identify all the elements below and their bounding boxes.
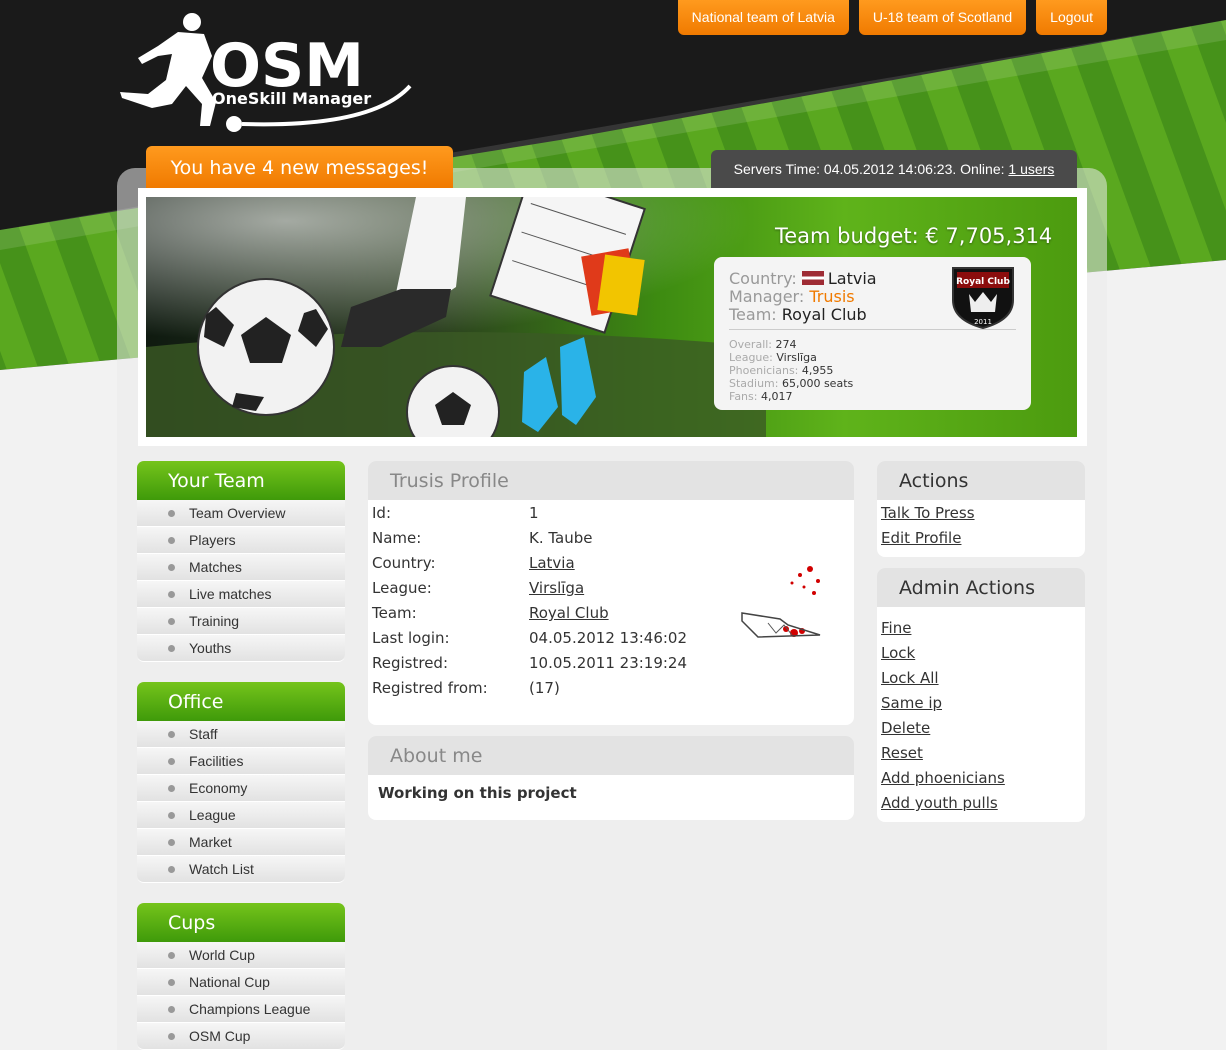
stat-overall: Overall: 274 [729,338,797,351]
admin-actions-panel: Admin Actions Fine Lock Lock All Same ip… [877,568,1085,822]
stat-league-label: League: [729,351,773,364]
country-line: Country: Latvia [729,269,877,288]
menu-your-team-title: Your Team [137,461,345,500]
profile-title: Trusis Profile [368,461,854,500]
server-time-bar: Servers Time: 04.05.2012 14:06:23. Onlin… [711,150,1077,188]
menu-cups: Cups World Cup National Cup Champions Le… [137,903,345,1050]
team-card-divider [729,329,1016,330]
menu-item-matches[interactable]: Matches [137,554,345,581]
menu-office-title: Office [137,682,345,721]
profile-team-link[interactable]: Royal Club [529,604,609,622]
new-messages-tab[interactable]: You have 4 new messages! [146,146,453,188]
actions-title: Actions [877,461,1085,500]
profile-label-id: Id: [372,504,391,522]
manager-line: Manager: Trusis [729,287,855,306]
nav-u18-team-scotland[interactable]: U-18 team of Scotland [858,0,1027,35]
stat-overall-value: 274 [775,338,797,351]
nav-national-team-latvia[interactable]: National team of Latvia [677,0,849,35]
logo-subtitle: OneSkill Manager [212,89,371,108]
logout-button[interactable]: Logout [1036,0,1107,35]
stat-stadium-label: Stadium: [729,377,779,390]
stat-phoenicians-label: Phoenicians: [729,364,799,377]
profile-value-registred: 10.05.2011 23:19:24 [529,654,688,672]
admin-same-ip-link[interactable]: Same ip [881,694,942,712]
stat-league-value: Virslīga [776,351,817,364]
admin-reset-link[interactable]: Reset [881,744,923,762]
team-budget: Team budget: € 7,705,314 [775,224,1053,248]
menu-item-national-cup[interactable]: National Cup [137,969,345,996]
profile-label-last-login: Last login: [372,629,450,647]
profile-label-team: Team: [372,604,417,622]
admin-lock-all-link[interactable]: Lock All [881,669,939,687]
profile-label-league: League: [372,579,432,597]
crest-year: 2011 [974,318,992,326]
menu-item-world-cup[interactable]: World Cup [137,942,345,969]
admin-lock-link[interactable]: Lock [881,644,915,662]
menu-cups-title: Cups [137,903,345,942]
profile-value-registred-from: (17) [529,679,560,697]
menu-item-osm-cup[interactable]: OSM Cup [137,1023,345,1050]
osm-logo[interactable]: OSM OneSkill Manager [112,8,422,136]
stat-stadium: Stadium: 65,000 seats [729,377,853,390]
menu-item-champions-league[interactable]: Champions League [137,996,345,1023]
profile-label-name: Name: [372,529,422,547]
talk-to-press-link[interactable]: Talk To Press [881,504,975,522]
team-crest-icon: Royal Club 2011 [949,262,1017,330]
profile-panel: Trusis Profile Id: 1 Name: K. Taube Coun… [368,461,854,725]
manager-value[interactable]: Trusis [809,287,854,306]
profile-label-country: Country: [372,554,436,572]
stat-fans-label: Fans: [729,390,758,403]
stat-fans: Fans: 4,017 [729,390,792,403]
edit-profile-link[interactable]: Edit Profile [881,529,961,547]
stat-stadium-value: 65,000 seats [781,377,854,390]
profile-value-name: K. Taube [529,529,593,547]
stat-phoenicians: Phoenicians: 4,955 [729,364,833,377]
menu-item-economy[interactable]: Economy [137,775,345,802]
manager-label: Manager: [729,287,805,306]
profile-label-registred-from: Registred from: [372,679,488,697]
profile-label-registred: Registred: [372,654,449,672]
team-value: Royal Club [781,305,867,324]
server-time-text: Servers Time: 04.05.2012 14:06:23. Onlin… [733,161,1009,177]
latvia-flag-icon [801,271,824,285]
country-value: Latvia [827,269,877,288]
menu-item-players[interactable]: Players [137,527,345,554]
menu-office: Office Staff Facilities Economy League M… [137,682,345,883]
profile-league-link[interactable]: Virslīga [529,579,584,597]
stat-league: League: Virslīga [729,351,817,364]
menu-item-staff[interactable]: Staff [137,721,345,748]
menu-item-training[interactable]: Training [137,608,345,635]
crest-name: Royal Club [956,277,1010,287]
stat-phoenicians-value: 4,955 [801,364,834,377]
menu-item-market[interactable]: Market [137,829,345,856]
avatar [740,559,824,641]
team-label: Team: [729,305,777,324]
team-line: Team: Royal Club [729,305,867,324]
profile-country-link[interactable]: Latvia [529,554,575,572]
about-panel: About me Working on this project [368,736,854,820]
online-users-link[interactable]: 1 users [1008,161,1054,177]
top-nav: National team of Latvia U-18 team of Sco… [677,0,1107,35]
menu-item-facilities[interactable]: Facilities [137,748,345,775]
country-label: Country: [729,269,797,288]
team-info-card: Country: Latvia Manager: Trusis Team: Ro… [714,257,1031,410]
admin-add-youth-pulls-link[interactable]: Add youth pulls [881,794,998,812]
menu-item-youths[interactable]: Youths [137,635,345,662]
profile-value-last-login: 04.05.2012 13:46:02 [529,629,688,647]
menu-item-live-matches[interactable]: Live matches [137,581,345,608]
stat-overall-label: Overall: [729,338,773,351]
menu-item-watch-list[interactable]: Watch List [137,856,345,883]
menu-item-team-overview[interactable]: Team Overview [137,500,345,527]
admin-delete-link[interactable]: Delete [881,719,930,737]
actions-panel: Actions Talk To Press Edit Profile [877,461,1085,557]
stat-fans-value: 4,017 [760,390,793,403]
profile-value-id: 1 [529,504,539,522]
about-title: About me [368,736,854,775]
admin-fine-link[interactable]: Fine [881,619,911,637]
admin-add-phoenicians-link[interactable]: Add phoenicians [881,769,1005,787]
menu-your-team: Your Team Team Overview Players Matches … [137,461,345,662]
about-text: Working on this project [378,784,577,802]
menu-item-league[interactable]: League [137,802,345,829]
admin-actions-title: Admin Actions [877,568,1085,607]
